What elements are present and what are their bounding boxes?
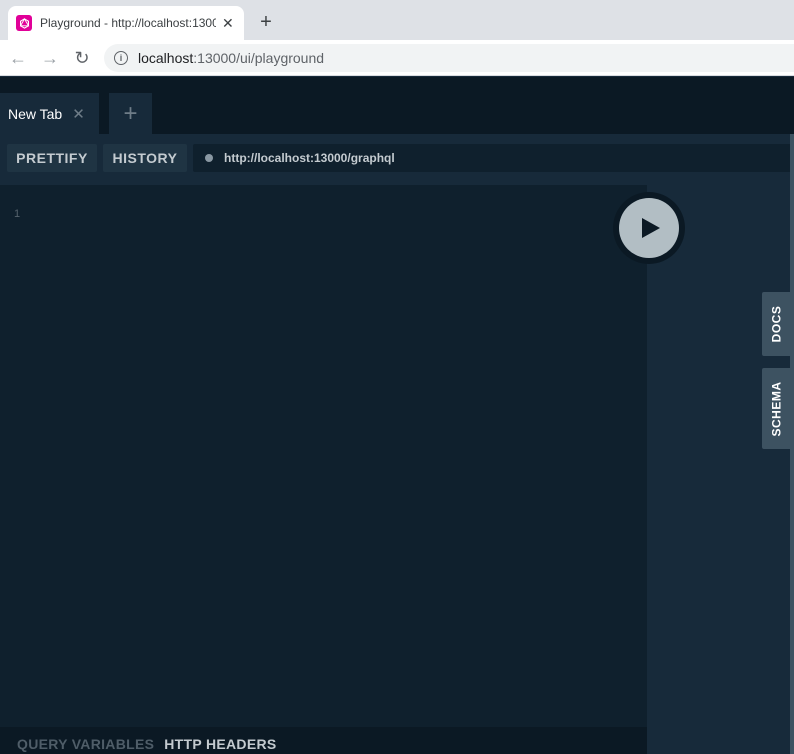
endpoint-url: http://localhost:13000/graphql [224,151,395,165]
schema-tab[interactable]: SCHEMA [762,368,790,449]
line-number: 1 [14,208,21,220]
info-icon[interactable]: i [114,51,128,65]
execute-query-button[interactable] [613,192,685,264]
url-host: localhost [138,50,194,66]
query-variables-tab[interactable]: QUERY VARIABLES [17,734,154,754]
browser-tabstrip: Playground - http://localhost:13000 ✕ + [0,0,794,40]
url-path: :13000/ui/playground [193,50,325,66]
close-tab-icon[interactable]: ✕ [222,16,234,30]
http-headers-tab[interactable]: HTTP HEADERS [164,734,276,754]
docs-label: DOCS [769,305,784,343]
playground-tab-label: New Tab [8,105,63,122]
play-icon [619,198,679,258]
prettify-button[interactable]: PRETTIFY [7,144,97,172]
results-pane [647,185,790,754]
docs-tab[interactable]: DOCS [762,292,790,356]
back-arrow-icon[interactable]: ← [8,48,28,68]
graphql-favicon-icon [16,15,32,31]
add-tab-button[interactable]: + [109,93,152,134]
close-icon[interactable]: ✕ [72,105,85,123]
playground-toolbar: PRETTIFY HISTORY http://localhost:13000/… [0,134,790,184]
history-button[interactable]: HISTORY [103,144,187,172]
playground-tab[interactable]: New Tab ✕ [0,93,99,134]
address-bar[interactable]: i localhost:13000/ui/playground [104,44,794,72]
variables-headers-bar: QUERY VARIABLES HTTP HEADERS [0,727,647,754]
playground-tabbar: New Tab ✕ + [0,77,794,134]
reload-icon[interactable]: ↻ [72,48,92,68]
new-tab-button[interactable]: + [256,11,276,33]
endpoint-input[interactable]: http://localhost:13000/graphql [193,144,790,172]
scrollbar[interactable] [790,134,794,754]
query-editor[interactable]: 1 [0,185,647,727]
browser-tab-title: Playground - http://localhost:13000 [40,16,216,30]
browser-tab[interactable]: Playground - http://localhost:13000 ✕ [8,6,244,40]
browser-toolbar: ← → ↻ i localhost:13000/ui/playground [0,40,794,76]
status-dot-icon [205,154,213,162]
forward-arrow-icon[interactable]: → [40,48,60,68]
schema-label: SCHEMA [769,380,784,437]
